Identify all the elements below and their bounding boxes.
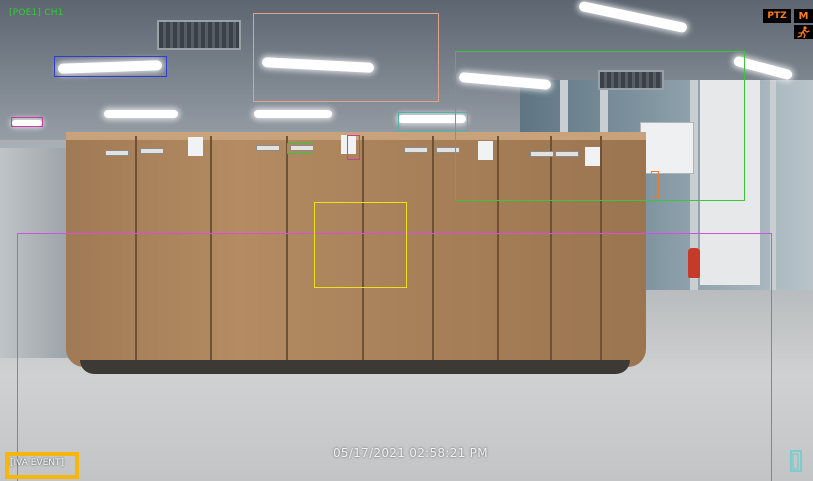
- detection-box[interactable]: [253, 13, 439, 102]
- cabinet-handle: [140, 148, 164, 154]
- detection-box[interactable]: [287, 143, 314, 154]
- detection-box[interactable]: [347, 135, 360, 160]
- detection-box[interactable]: [11, 117, 43, 127]
- camera-viewer[interactable]: [POE1] CH1 PTZ M 05/17/2021 02:58:21 PM …: [0, 0, 813, 481]
- detection-box[interactable]: [314, 202, 407, 288]
- ceiling-vent: [157, 20, 241, 50]
- cabinet-handle: [404, 147, 428, 153]
- timestamp: 05/17/2021 02:58:21 PM: [333, 446, 488, 460]
- detection-box[interactable]: [651, 171, 659, 198]
- detection-box[interactable]: [455, 51, 745, 201]
- ptz-badge[interactable]: PTZ: [763, 9, 791, 23]
- record-mode-badge: M: [794, 9, 813, 23]
- iva-event-label: [IVA EVENT]: [10, 458, 65, 468]
- doorway-icon: [790, 450, 802, 472]
- cabinet-handle: [256, 145, 280, 151]
- ceiling-light: [254, 110, 332, 118]
- cabinet-handle: [105, 150, 129, 156]
- running-person-icon-glyph: [797, 26, 810, 38]
- detection-box[interactable]: [54, 56, 167, 77]
- running-person-icon: [794, 25, 813, 39]
- channel-label: [POE1] CH1: [9, 8, 64, 18]
- ceiling-light: [104, 110, 178, 118]
- detection-box[interactable]: [398, 112, 468, 131]
- cabinet-label: [188, 137, 203, 156]
